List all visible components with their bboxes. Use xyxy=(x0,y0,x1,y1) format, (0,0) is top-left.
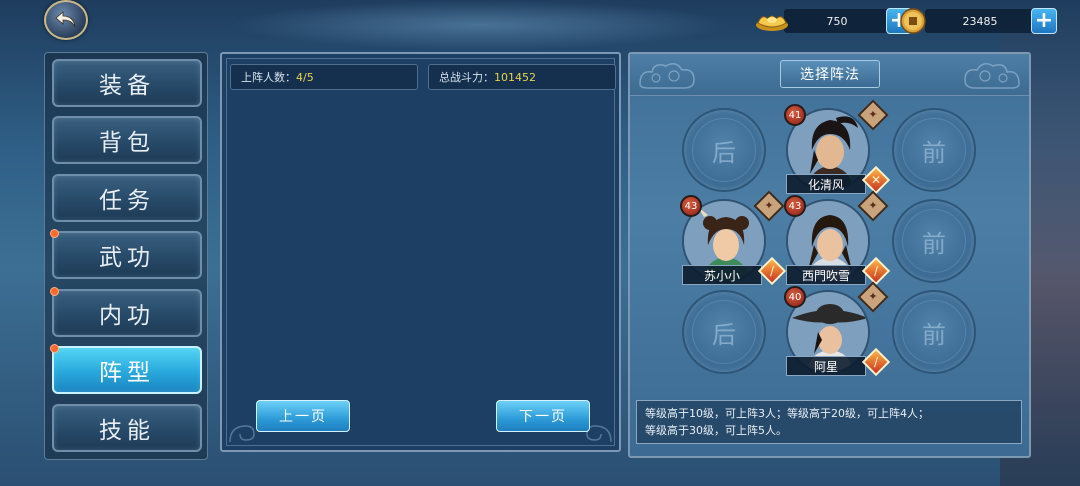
background-glow xyxy=(230,0,730,50)
sidebar-item-label: 技能 xyxy=(99,418,155,444)
gold-ingot-icon xyxy=(754,7,790,35)
sidebar-item-label: 内功 xyxy=(99,303,155,329)
total-power-label: 总战斗力： xyxy=(439,71,494,84)
coin-amount: 23485 xyxy=(925,9,1035,33)
sidebar-item-equipment[interactable]: 装备 xyxy=(52,59,202,107)
cloud-ornament-icon xyxy=(639,63,695,89)
cloud-ornament-icon xyxy=(964,63,1020,89)
level-badge: 43 xyxy=(680,195,702,217)
formation-panel: 选择阵法 后 41 ✦ 化清风 ✕ 前 43 ✦ 苏小小 / 43 ✦ 西門吹雪… xyxy=(628,52,1031,458)
sidebar-item-inner-power[interactable]: 内功 xyxy=(50,287,202,337)
roster-panel-inner xyxy=(226,58,615,446)
hero-name: 化清风 xyxy=(786,174,866,194)
rule-line: 等级高于30级，可上阵5人。 xyxy=(645,424,787,437)
formation-header: 选择阵法 xyxy=(630,54,1029,96)
sidebar-menu: 装备 背包 任务 武功 内功 阵型 技能 xyxy=(44,52,208,460)
sidebar-item-bag[interactable]: 背包 xyxy=(52,116,202,164)
hero-slot-bottom[interactable]: 40 ✦ 阿星 / xyxy=(784,281,891,377)
corner-ornament-icon xyxy=(229,425,255,443)
deployed-count-label: 上阵人数： xyxy=(241,71,296,84)
hero-name: 西門吹雪 xyxy=(786,265,866,285)
add-coin-button[interactable]: + xyxy=(1031,8,1057,34)
roster-panel: 上阵人数： 4/5 总战斗力： 101452 上一页 下一页 xyxy=(220,52,621,452)
hero-name: 阿星 xyxy=(786,356,866,376)
weapon-badge-icon: ✕ xyxy=(861,165,891,195)
level-badge: 43 xyxy=(784,195,806,217)
back-arrow-icon xyxy=(55,11,76,28)
weapon-badge-icon: / xyxy=(861,347,891,377)
deployed-count-value: 4/5 xyxy=(296,70,314,84)
hero-slot-mid-left[interactable]: 43 ✦ 苏小小 / xyxy=(680,190,787,286)
gold-amount: 750 xyxy=(784,9,890,33)
hero-slot-mid-center[interactable]: 43 ✦ 西門吹雪 / xyxy=(784,190,891,286)
weapon-badge-icon: / xyxy=(757,256,787,286)
weapon-badge-icon: / xyxy=(861,256,891,286)
formation-slot-front-bottom[interactable]: 前 xyxy=(892,290,976,374)
hero-slot-top[interactable]: 41 ✦ 化清风 ✕ xyxy=(784,99,891,195)
formation-slot-back-bottom[interactable]: 后 xyxy=(682,290,766,374)
notification-dot xyxy=(50,287,59,296)
sidebar-item-quests[interactable]: 任务 xyxy=(52,174,202,222)
level-badge: 41 xyxy=(784,104,806,126)
formation-slot-back-top[interactable]: 后 xyxy=(682,108,766,192)
rule-line: 等级高于10级，可上阵3人；等级高于20级，可上阵4人； xyxy=(645,407,929,420)
gold-resource: 750 + xyxy=(754,7,912,35)
back-button[interactable] xyxy=(44,0,88,40)
total-power: 总战斗力： 101452 xyxy=(428,64,616,90)
sidebar-item-martial-arts[interactable]: 武功 xyxy=(50,229,202,279)
sidebar-item-label: 武功 xyxy=(99,245,155,271)
sidebar-item-skills[interactable]: 技能 xyxy=(52,404,202,452)
sidebar-item-label: 背包 xyxy=(99,130,155,156)
formation-slot-front-mid[interactable]: 前 xyxy=(892,199,976,283)
formation-rules: 等级高于10级，可上阵3人；等级高于20级，可上阵4人； 等级高于30级，可上阵… xyxy=(636,400,1022,444)
level-badge: 40 xyxy=(784,286,806,308)
select-formation-tab[interactable]: 选择阵法 xyxy=(780,60,880,88)
formation-slot-front-top[interactable]: 前 xyxy=(892,108,976,192)
sidebar-item-label: 任务 xyxy=(99,188,155,214)
sidebar-item-label: 阵型 xyxy=(99,360,155,386)
sidebar-item-formation[interactable]: 阵型 xyxy=(50,344,202,394)
sidebar-item-label: 装备 xyxy=(99,73,155,99)
total-power-value: 101452 xyxy=(494,70,536,84)
notification-dot xyxy=(50,344,59,353)
copper-coin-icon xyxy=(895,7,931,35)
prev-page-button[interactable]: 上一页 xyxy=(256,400,350,432)
notification-dot xyxy=(50,229,59,238)
coin-resource: 23485 + xyxy=(895,7,1057,35)
next-page-button[interactable]: 下一页 xyxy=(496,400,590,432)
hero-name: 苏小小 xyxy=(682,265,762,285)
deployed-count: 上阵人数： 4/5 xyxy=(230,64,418,90)
